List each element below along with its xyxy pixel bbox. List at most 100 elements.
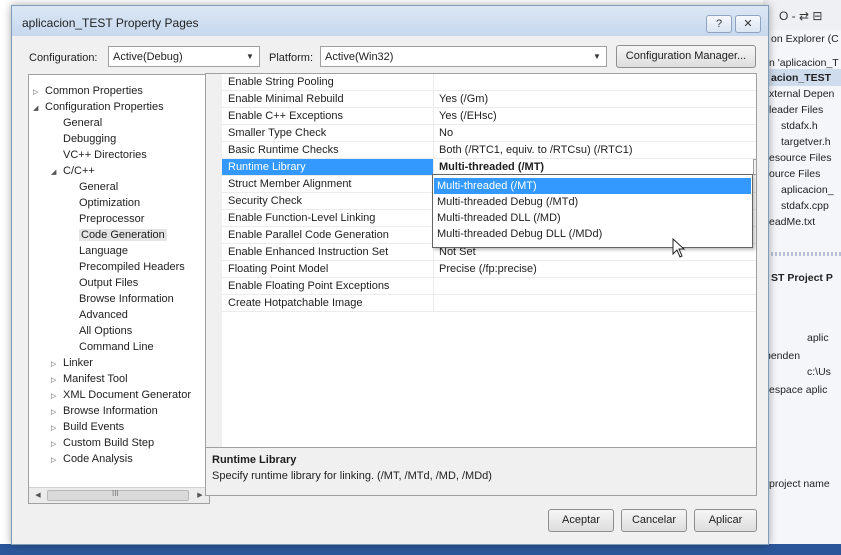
expanded-triangle-icon[interactable]: ◢ bbox=[33, 101, 45, 117]
tree-node[interactable]: Optimization bbox=[79, 195, 140, 211]
solution-explorer-item[interactable]: stdafx.cpp bbox=[781, 200, 829, 212]
tree-node[interactable]: Output Files bbox=[79, 275, 138, 291]
solution-explorer-item[interactable]: ST Project P bbox=[771, 272, 833, 284]
solution-explorer-item[interactable]: aplicacion_ bbox=[781, 184, 834, 196]
tree-node-label: Configuration Properties bbox=[45, 101, 164, 113]
tree-node[interactable]: ▷ Code Analysis bbox=[51, 451, 133, 467]
solution-explorer-item[interactable]: project name bbox=[769, 478, 830, 490]
tree-node[interactable]: ▷ Browse Information bbox=[51, 403, 158, 419]
tree-node[interactable]: Language bbox=[79, 243, 128, 259]
runtime-library-dropdown-list[interactable]: Multi-threaded (/MT) Multi-threaded Debug… bbox=[432, 174, 753, 248]
scroll-left-icon[interactable]: ◀ bbox=[32, 490, 44, 502]
property-row[interactable]: Enable Floating Point Exceptions bbox=[222, 278, 756, 295]
solution-explorer-item[interactable]: targetver.h bbox=[781, 136, 831, 148]
tree-node[interactable]: Preprocessor bbox=[79, 211, 144, 227]
platform-select[interactable]: Active(Win32) ▼ bbox=[320, 46, 607, 67]
dropdown-option[interactable]: Multi-threaded DLL (/MD) bbox=[434, 210, 751, 226]
dialog-titlebar[interactable]: aplicacion_TEST Property Pages ? ✕ bbox=[12, 6, 768, 36]
solution-explorer-item[interactable]: stdafx.h bbox=[781, 120, 818, 132]
tree-node[interactable]: Browse Information bbox=[79, 291, 174, 307]
chevron-down-icon: ▼ bbox=[246, 52, 254, 61]
tree-node[interactable]: ▷ Build Events bbox=[51, 419, 124, 435]
tree-node[interactable]: Advanced bbox=[79, 307, 128, 323]
property-name: Enable Function-Level Linking bbox=[228, 212, 376, 224]
tree-node-label: Advanced bbox=[79, 309, 128, 321]
solution-explorer-item[interactable]: esource Files bbox=[769, 152, 831, 164]
tree-node[interactable]: ▷ Linker bbox=[51, 355, 93, 371]
collapsed-triangle-icon[interactable]: ▷ bbox=[51, 453, 63, 469]
status-bar bbox=[0, 544, 841, 555]
column-divider bbox=[433, 74, 434, 91]
cancel-button[interactable]: Cancelar bbox=[621, 509, 687, 532]
solution-explorer-item[interactable]: xternal Depen bbox=[769, 88, 834, 100]
solution-explorer-item[interactable]: penden bbox=[765, 350, 800, 362]
chevron-down-icon[interactable]: ▼ bbox=[753, 159, 756, 175]
property-row[interactable]: Enable String Pooling bbox=[222, 74, 756, 91]
solution-explorer-item[interactable]: eadMe.txt bbox=[769, 216, 815, 228]
property-row[interactable]: Enable C++ Exceptions Yes (/EHsc) bbox=[222, 108, 756, 125]
tree-node[interactable]: ▷ XML Document Generator bbox=[51, 387, 191, 403]
tree-node-label: Debugging bbox=[63, 133, 117, 145]
property-row[interactable]: Floating Point Model Precise (/fp:precise… bbox=[222, 261, 756, 278]
solution-explorer-item[interactable]: aplic bbox=[807, 332, 829, 344]
tree-node-label: Linker bbox=[63, 357, 93, 369]
tree-horizontal-scrollbar[interactable]: ◀ III ▶ bbox=[29, 487, 209, 503]
property-value[interactable]: Multi-threaded (/MT) bbox=[439, 161, 544, 173]
tree-node[interactable]: VC++ Directories bbox=[63, 147, 147, 163]
column-divider bbox=[433, 108, 434, 125]
property-value: Yes (/EHsc) bbox=[439, 110, 497, 122]
property-name: Enable Minimal Rebuild bbox=[228, 93, 344, 105]
apply-button[interactable]: Aplicar bbox=[694, 509, 757, 532]
tree-node-label: Language bbox=[79, 245, 128, 257]
property-tree[interactable]: ▷ Common Properties ◢ Configuration Propert… bbox=[28, 74, 210, 504]
close-button[interactable]: ✕ bbox=[735, 15, 761, 33]
dropdown-option[interactable]: Multi-threaded Debug (/MTd) bbox=[434, 194, 751, 210]
property-name: Enable Enhanced Instruction Set bbox=[228, 246, 389, 258]
property-row[interactable]: Basic Runtime Checks Both (/RTC1, equiv. … bbox=[222, 142, 756, 159]
expanded-triangle-icon[interactable]: ◢ bbox=[51, 165, 63, 181]
property-value: Yes (/Gm) bbox=[439, 93, 489, 105]
tree-node-label: Precompiled Headers bbox=[79, 261, 185, 273]
configuration-label: Configuration: bbox=[29, 52, 98, 64]
tree-node[interactable]: General bbox=[63, 115, 102, 131]
tree-node[interactable]: ▷ Custom Build Step bbox=[51, 435, 154, 451]
tree-node[interactable]: Precompiled Headers bbox=[79, 259, 185, 275]
tree-node[interactable]: ▷ Manifest Tool bbox=[51, 371, 128, 387]
solution-explorer-item[interactable]: n 'aplicacion_T bbox=[769, 57, 839, 69]
property-name: Security Check bbox=[228, 195, 302, 207]
tree-node-label: General bbox=[79, 181, 119, 193]
tree-node-label: XML Document Generator bbox=[63, 389, 191, 401]
tree-node[interactable]: All Options bbox=[79, 323, 132, 339]
tree-node-label: Manifest Tool bbox=[63, 373, 128, 385]
column-divider bbox=[433, 261, 434, 278]
help-button[interactable]: ? bbox=[706, 15, 732, 33]
property-row[interactable]: Enable Minimal Rebuild Yes (/Gm) bbox=[222, 91, 756, 108]
ok-button[interactable]: Aceptar bbox=[548, 509, 614, 532]
tree-node[interactable]: Command Line bbox=[79, 339, 154, 355]
tree-node[interactable]: ◢ Configuration Properties bbox=[33, 99, 164, 115]
property-row[interactable]: Create Hotpatchable Image bbox=[222, 295, 756, 312]
solution-explorer-item[interactable]: ource Files bbox=[769, 168, 820, 180]
toolbar-icons[interactable]: O - ⇄ ⊟ bbox=[779, 9, 822, 23]
tree-node[interactable]: Code Generation bbox=[79, 227, 167, 243]
solution-explorer-item[interactable]: acion_TEST bbox=[771, 72, 831, 84]
solution-explorer-item[interactable]: espace aplic bbox=[769, 384, 827, 396]
dropdown-option[interactable]: Multi-threaded Debug DLL (/MDd) bbox=[434, 226, 751, 242]
pane-splitter[interactable] bbox=[763, 252, 841, 256]
column-divider bbox=[433, 91, 434, 108]
tree-node[interactable]: ▷ Common Properties bbox=[33, 83, 143, 99]
scroll-thumb[interactable]: III bbox=[47, 489, 189, 501]
tree-node[interactable]: Debugging bbox=[63, 131, 116, 147]
tree-node[interactable]: ◢ C/C++ bbox=[51, 163, 95, 179]
dropdown-option[interactable]: Multi-threaded (/MT) bbox=[434, 178, 751, 194]
solution-explorer-item[interactable]: on Explorer (C bbox=[771, 33, 839, 45]
configuration-select[interactable]: Active(Debug) ▼ bbox=[108, 46, 260, 67]
solution-explorer-item[interactable]: c:\Us bbox=[807, 366, 831, 378]
tree-node[interactable]: General bbox=[79, 179, 118, 195]
solution-explorer-item[interactable]: leader Files bbox=[769, 104, 823, 116]
tree-node-label: Custom Build Step bbox=[63, 437, 155, 449]
property-name: Enable C++ Exceptions bbox=[228, 110, 343, 122]
platform-label: Platform: bbox=[269, 52, 314, 64]
configuration-manager-button[interactable]: Configuration Manager... bbox=[616, 45, 756, 68]
property-row[interactable]: Smaller Type Check No bbox=[222, 125, 756, 142]
